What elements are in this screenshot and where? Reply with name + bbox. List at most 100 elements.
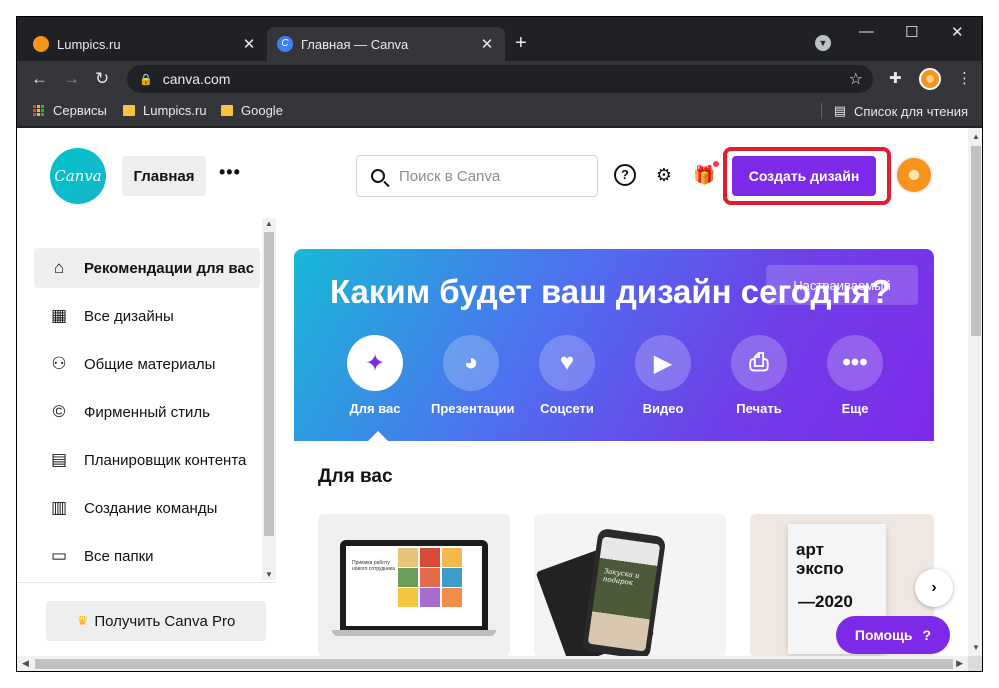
help-button[interactable]: Помощь ?	[836, 616, 950, 654]
category-label: Соцсети	[540, 401, 594, 416]
category-label: Еще	[841, 401, 869, 416]
extensions-icon[interactable]: ✚	[889, 69, 902, 87]
poster-line-2: экспо	[796, 559, 844, 578]
apps-icon	[33, 104, 45, 117]
sidebar-item-shared[interactable]: ⚇ Общие материалы	[34, 344, 260, 384]
tab-canva[interactable]: C Главная — Canva ✕	[267, 27, 505, 61]
bookmark-lumpics[interactable]: Lumpics.ru	[123, 103, 207, 118]
settings-gear-icon[interactable]: ⚙	[653, 164, 675, 186]
sidebar-item-brand[interactable]: © Фирменный стиль	[34, 392, 260, 432]
laptop-illustration: Приемка работу нового сотрудника	[332, 540, 496, 636]
crown-icon: ♛	[76, 613, 89, 628]
divider	[820, 103, 822, 119]
get-canva-pro-button[interactable]: ♛ Получить Canva Pro	[46, 601, 266, 641]
sidebar-scroll-thumb[interactable]	[264, 232, 274, 536]
active-category-caret	[368, 431, 388, 441]
template-card-phone[interactable]: Закуска и подарок	[534, 514, 726, 656]
gift-icon[interactable]: 🎁	[693, 164, 715, 186]
folder-icon	[123, 105, 135, 116]
profile-avatar[interactable]	[919, 68, 941, 90]
carousel-next-button[interactable]: ›	[915, 569, 953, 607]
scroll-up-icon[interactable]: ▲	[972, 132, 980, 141]
canva-page: Canva Главная ••• Поиск в Canva ? ⚙ 🎁 Со…	[17, 128, 968, 656]
category-print[interactable]: ⎙ Печать	[719, 335, 799, 416]
notification-dot	[713, 161, 719, 167]
sidebar-item-label: Создание команды	[84, 499, 218, 517]
page-horizontal-scrollbar[interactable]: ◀ ▶	[17, 656, 968, 671]
bookmark-label: Google	[241, 103, 283, 118]
folder-icon: ▭	[50, 546, 68, 565]
category-presentations[interactable]: ◕ Презентации	[431, 335, 514, 416]
search-icon	[371, 169, 385, 183]
sidebar-item-all-designs[interactable]: ▦ Все дизайны	[34, 296, 260, 336]
people-icon: ⚇	[51, 354, 67, 373]
user-avatar[interactable]	[895, 156, 933, 194]
tab-lumpics[interactable]: Lumpics.ru ✕	[23, 27, 267, 61]
sidebar-item-team[interactable]: ▥ Создание команды	[34, 488, 260, 528]
sidebar-scrollbar[interactable]: ▲ ▼	[262, 218, 276, 580]
bookmark-star-icon[interactable]: ☆	[849, 69, 863, 89]
reload-button[interactable]: ↻	[95, 68, 109, 90]
category-video[interactable]: ▶ Видео	[623, 335, 703, 416]
canva-favicon-icon: C	[277, 36, 293, 52]
scroll-left-icon[interactable]: ◀	[22, 658, 29, 669]
search-input[interactable]: Поиск в Canva	[356, 155, 598, 197]
sidebar-item-label: Фирменный стиль	[84, 403, 210, 421]
sidebar-item-label: Все папки	[84, 547, 154, 565]
create-design-button[interactable]: Создать дизайн	[732, 156, 876, 196]
close-icon[interactable]: ✕	[241, 35, 257, 53]
hero-title: Каким будет ваш дизайн сегодня?	[330, 273, 891, 310]
reading-list[interactable]: ▤ Список для чтения	[820, 103, 968, 119]
template-card-laptop[interactable]: Приемка работу нового сотрудника	[318, 514, 510, 656]
forward-button[interactable]: →	[63, 68, 80, 90]
sidebar-item-recommendations[interactable]: ⌂ Рекомендации для вас	[34, 248, 260, 288]
tab-title: Lumpics.ru	[57, 36, 121, 52]
pro-label: Получить Canva Pro	[94, 612, 236, 630]
home-button[interactable]: Главная	[122, 156, 206, 196]
video-icon: ▶	[635, 335, 691, 391]
scroll-right-icon[interactable]: ▶	[956, 658, 963, 669]
back-button[interactable]: ←	[31, 68, 48, 90]
category-more[interactable]: ••• Еще	[815, 335, 895, 416]
minimize-button[interactable]: —	[859, 23, 874, 40]
page-scroll-thumb[interactable]	[971, 146, 981, 336]
scroll-down-icon[interactable]: ▼	[972, 643, 980, 652]
address-bar[interactable]: 🔒 canva.com ☆	[127, 65, 873, 93]
category-for-you[interactable]: ✦ Для вас	[335, 335, 415, 416]
sidebar-item-label: Рекомендации для вас	[84, 259, 255, 277]
lumpics-favicon-icon	[33, 36, 49, 52]
maximize-button[interactable]: ☐	[905, 23, 918, 41]
sidebar-item-planner[interactable]: ▤ Планировщик контента	[34, 440, 260, 480]
bookmarks-bar: Сервисы Lumpics.ru Google ▤ Список для ч…	[17, 97, 982, 127]
tab-search-icon[interactable]: ▼	[815, 35, 831, 51]
category-social[interactable]: ♥ Соцсети	[527, 335, 607, 416]
window-close-button[interactable]: ✕	[951, 23, 964, 41]
url-text: canva.com	[162, 71, 231, 87]
canva-logo[interactable]: Canva	[50, 148, 106, 204]
sidebar: ⌂ Рекомендации для вас ▦ Все дизайны ⚇ О…	[17, 218, 277, 656]
bookmark-services[interactable]: Сервисы	[33, 103, 107, 118]
section-title-for-you: Для вас	[318, 466, 393, 487]
lock-icon: 🔒	[139, 73, 153, 86]
brand-icon: ©	[52, 402, 66, 421]
close-icon[interactable]: ✕	[479, 35, 495, 53]
tab-title: Главная — Canva	[301, 36, 409, 52]
poster-year: —2020	[798, 592, 853, 611]
reading-list-label: Список для чтения	[854, 103, 968, 119]
scroll-down-icon[interactable]: ▼	[265, 570, 273, 579]
card-text: Закуска и подарок	[602, 567, 641, 588]
sidebar-item-folders[interactable]: ▭ Все папки	[34, 536, 260, 576]
page-vertical-scrollbar[interactable]: ▲ ▼	[968, 128, 982, 656]
page-hscroll-thumb[interactable]	[35, 659, 953, 669]
sidebar-item-label: Все дизайны	[84, 307, 174, 325]
help-icon[interactable]: ?	[614, 164, 636, 186]
bookmark-google[interactable]: Google	[221, 103, 283, 118]
more-menu-icon[interactable]: •••	[219, 162, 241, 183]
calendar-icon: ▤	[50, 450, 68, 469]
scroll-up-icon[interactable]: ▲	[265, 219, 273, 228]
bookmark-label: Lumpics.ru	[143, 103, 207, 118]
new-tab-button[interactable]: +	[515, 31, 527, 55]
menu-icon[interactable]: ⋮	[957, 69, 972, 87]
printer-icon: ⎙	[731, 335, 787, 391]
phone-illustration: Закуска и подарок	[581, 527, 667, 656]
